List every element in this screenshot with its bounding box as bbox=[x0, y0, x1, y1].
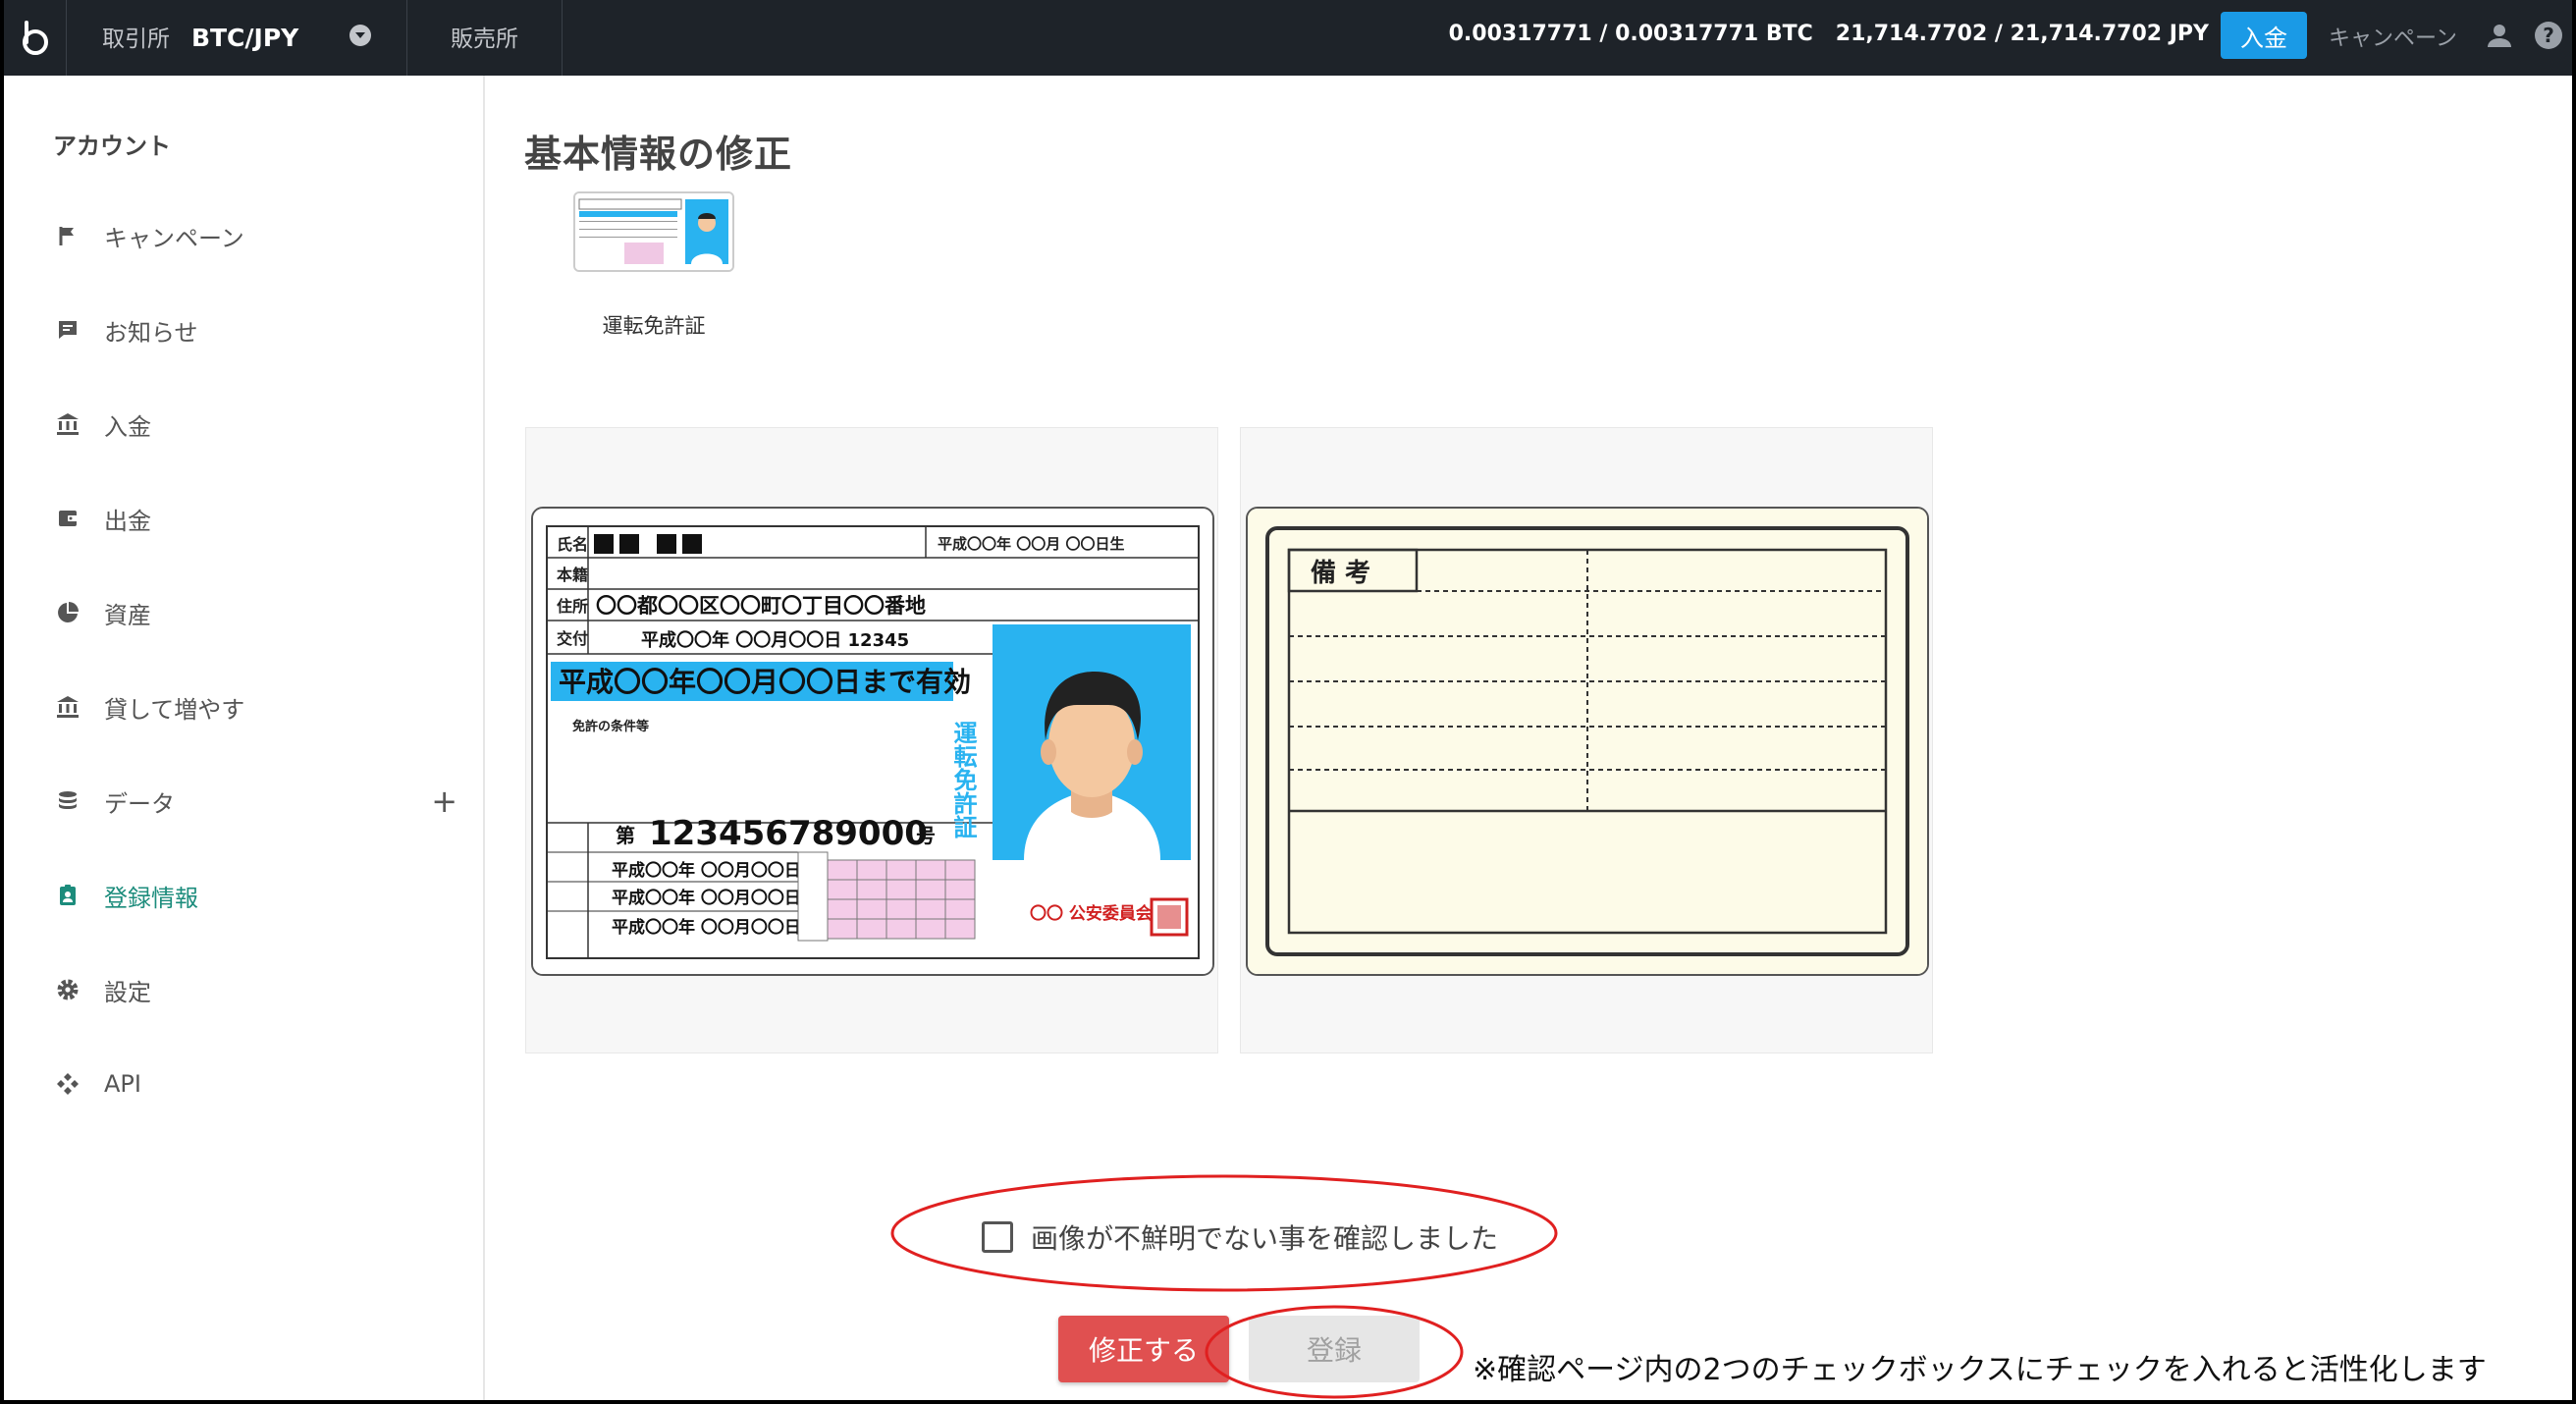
remarks-label: 備 考 bbox=[1311, 558, 1370, 588]
birth-date: 平成〇〇年 〇〇月 〇〇日生 bbox=[938, 535, 1124, 553]
sales-link[interactable]: 販売所 bbox=[451, 20, 518, 53]
license-back-panel[interactable]: 備 考 bbox=[1240, 427, 1933, 1053]
number-suffix: 号 bbox=[916, 824, 936, 847]
issue-label: 交付 bbox=[557, 629, 588, 648]
number-prefix: 第 bbox=[616, 824, 635, 847]
license-thumbnail[interactable] bbox=[573, 191, 734, 272]
license-number: 123456789000 bbox=[649, 814, 928, 853]
sidebar-item-label: 資産 bbox=[104, 601, 151, 629]
pair-label: BTC/JPY bbox=[190, 24, 299, 52]
conditions-label: 免許の条件等 bbox=[572, 719, 649, 734]
sidebar-item-label: データ bbox=[104, 789, 175, 818]
name-label: 氏名 bbox=[557, 535, 588, 554]
date-row-3: 平成〇〇年 〇〇月〇〇日 bbox=[612, 917, 801, 938]
bank-icon bbox=[53, 409, 82, 439]
sidebar-item-label: 出金 bbox=[104, 507, 151, 535]
expand-plus-icon[interactable]: + bbox=[431, 785, 457, 817]
api-icon bbox=[53, 1069, 82, 1099]
wallet-icon bbox=[53, 504, 82, 533]
sidebar-item-label: API bbox=[104, 1070, 141, 1098]
sidebar-item-assets[interactable]: 資産 bbox=[53, 588, 465, 637]
app-window: 取引所 BTC/JPY 販売所 0.00317771 / 0.00317771 … bbox=[4, 0, 2572, 1400]
balance-display: 0.00317771 / 0.00317771 BTC 21,714.7702 … bbox=[1449, 22, 2209, 46]
domicile-label: 本籍 bbox=[557, 566, 588, 584]
help-icon[interactable]: ? bbox=[2533, 20, 2564, 51]
bitbank-logo[interactable] bbox=[4, 0, 67, 76]
sidebar-item-deposit[interactable]: 入金 bbox=[53, 400, 465, 449]
confirm-checkbox-label[interactable]: 画像が不鮮明でない事を確認しました bbox=[1031, 1217, 1498, 1257]
chevron-down-icon[interactable] bbox=[349, 25, 371, 46]
vertical-title: 運転免許証 bbox=[949, 721, 977, 838]
license-front-panel[interactable]: 氏名 平成〇〇年 〇〇月 〇〇日生 本籍 住所 〇〇都〇〇区〇〇町〇丁目〇〇番地… bbox=[525, 427, 1218, 1053]
validity-value: 平成〇〇年〇〇月〇〇日まで有効 bbox=[559, 666, 971, 698]
sidebar-item-lending[interactable]: 貸して増やす bbox=[53, 682, 465, 731]
deposit-button[interactable]: 入金 bbox=[2221, 12, 2307, 59]
sidebar-item-registration[interactable]: 登録情報 bbox=[53, 871, 465, 920]
sidebar-item-label: 貸して増やす bbox=[104, 695, 245, 724]
image-clear-checkbox[interactable] bbox=[982, 1221, 1013, 1253]
sidebar-item-withdraw[interactable]: 出金 bbox=[53, 494, 465, 543]
register-button[interactable]: 登録 bbox=[1249, 1316, 1420, 1382]
campaign-link[interactable]: キャンペーン bbox=[2329, 21, 2457, 52]
flag-icon bbox=[53, 221, 82, 250]
seal-text: 〇〇 公安委員会 bbox=[1030, 903, 1153, 924]
date-row-2: 平成〇〇年 〇〇月〇〇日 bbox=[612, 888, 801, 908]
activation-note: ※確認ページ内の2つのチェックボックスにチェックを入れると活性化します bbox=[1473, 1353, 2487, 1387]
sidebar-item-news[interactable]: お知らせ bbox=[53, 305, 465, 354]
address-value: 〇〇都〇〇区〇〇町〇丁目〇〇番地 bbox=[596, 594, 926, 618]
issue-value: 平成〇〇年 〇〇月〇〇日 12345 bbox=[641, 629, 909, 651]
btc-balance: 0.00317771 / 0.00317771 BTC bbox=[1448, 22, 1813, 46]
sidebar: アカウント キャンペーン お知らせ 入金 出金 資産 貸して増やす データ + … bbox=[4, 76, 485, 1400]
bank-icon bbox=[53, 692, 82, 722]
license-back-image: 備 考 bbox=[1246, 507, 1929, 976]
confirm-row: 画像が不鮮明でない事を確認しました bbox=[982, 1217, 1498, 1257]
sidebar-item-label: 入金 bbox=[104, 412, 151, 441]
address-label: 住所 bbox=[557, 597, 588, 616]
sidebar-title: アカウント bbox=[53, 133, 171, 160]
top-bar: 取引所 BTC/JPY 販売所 0.00317771 / 0.00317771 … bbox=[4, 0, 2572, 76]
sidebar-item-label: お知らせ bbox=[104, 318, 198, 347]
database-icon bbox=[53, 786, 82, 816]
user-icon[interactable] bbox=[2484, 20, 2515, 51]
pie-chart-icon bbox=[53, 598, 82, 627]
svg-text:?: ? bbox=[2543, 24, 2554, 47]
jpy-balance: 21,714.7702 / 21,714.7702 JPY bbox=[1835, 22, 2209, 46]
sidebar-item-campaign[interactable]: キャンペーン bbox=[53, 211, 465, 260]
sidebar-item-label: 登録情報 bbox=[104, 884, 198, 912]
id-badge-icon bbox=[53, 881, 82, 910]
gear-icon bbox=[53, 975, 82, 1004]
sidebar-item-api[interactable]: API bbox=[53, 1059, 465, 1108]
sidebar-item-data[interactable]: データ + bbox=[53, 777, 465, 826]
document-type-label: 運転免許証 bbox=[602, 314, 706, 338]
sidebar-item-settings[interactable]: 設定 bbox=[53, 965, 465, 1014]
sidebar-item-label: キャンペーン bbox=[104, 224, 244, 252]
exchange-link[interactable]: 取引所 BTC/JPY bbox=[102, 20, 298, 53]
page-title: 基本情報の修正 bbox=[524, 133, 793, 176]
date-row-1: 平成〇〇年 〇〇月〇〇日 bbox=[612, 860, 801, 881]
fix-button[interactable]: 修正する bbox=[1058, 1316, 1229, 1382]
license-front-image: 氏名 平成〇〇年 〇〇月 〇〇日生 本籍 住所 〇〇都〇〇区〇〇町〇丁目〇〇番地… bbox=[531, 507, 1214, 976]
message-icon bbox=[53, 315, 82, 345]
sidebar-item-label: 設定 bbox=[104, 978, 151, 1006]
